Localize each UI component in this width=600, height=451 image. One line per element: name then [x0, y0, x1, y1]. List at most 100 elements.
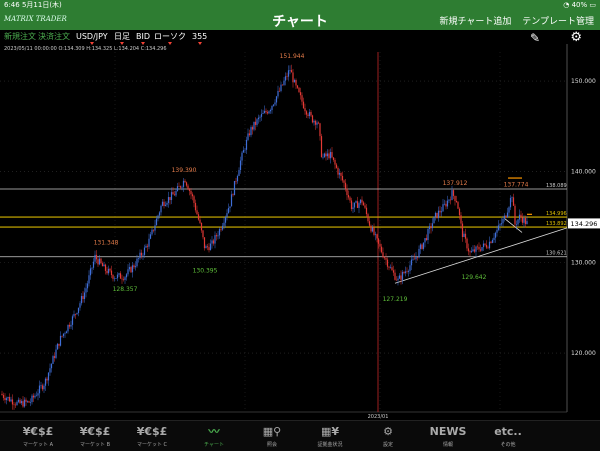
- candle-body: [502, 218, 504, 224]
- candle-body: [95, 254, 98, 260]
- candle-body: [523, 218, 525, 223]
- y-tick-label: 120.000: [571, 350, 596, 357]
- candle-body: [259, 116, 261, 118]
- candle-body: [173, 194, 176, 196]
- candle-body: [208, 247, 210, 251]
- candle-body: [17, 399, 20, 402]
- candle-body: [386, 259, 389, 267]
- candle-body: [122, 279, 125, 280]
- tab-icon: ⚙: [383, 425, 393, 438]
- tab-label: 照会: [266, 442, 277, 448]
- candle-body: [406, 271, 408, 273]
- candle-body: [140, 252, 143, 256]
- tab-3[interactable]: ¥€$£ マーケット C: [124, 421, 180, 451]
- high-label: 137.912: [443, 180, 468, 187]
- candle-body: [442, 204, 444, 212]
- side-select[interactable]: BID: [136, 30, 150, 45]
- tab-5[interactable]: ▦⚲ 照会: [244, 421, 300, 451]
- candle-body: [20, 401, 23, 404]
- candle-body: [281, 84, 284, 86]
- candle-body: [71, 316, 74, 325]
- candle-body: [359, 199, 362, 204]
- candle-body: [154, 225, 156, 231]
- candle-body: [224, 216, 227, 223]
- candle-body: [364, 205, 366, 208]
- y-tick-label: 140.000: [571, 169, 596, 176]
- candle-body: [413, 258, 416, 260]
- pair-select[interactable]: USD/JPY: [76, 30, 108, 45]
- hline-label: 130.621: [546, 251, 567, 257]
- candle-body: [520, 214, 522, 218]
- candle-body: [16, 401, 18, 405]
- candle-body: [118, 273, 120, 275]
- candle-body: [377, 238, 380, 244]
- candle-body: [218, 229, 221, 236]
- candle-body: [407, 270, 410, 272]
- candle-body: [445, 203, 447, 207]
- new-order-button[interactable]: 新規注文: [4, 30, 36, 44]
- candle-body: [304, 108, 306, 112]
- candle-body: [425, 238, 428, 241]
- candle-body: [11, 399, 14, 405]
- candle-body: [310, 111, 312, 116]
- candle-body: [526, 221, 528, 225]
- tab-2[interactable]: ¥€$£ マーケット B: [67, 421, 123, 451]
- pencil-icon[interactable]: ✎: [530, 31, 540, 45]
- candle-body: [248, 133, 251, 136]
- tab-6[interactable]: ▦¥ 証拠金状況: [302, 421, 358, 451]
- candle-body: [329, 152, 332, 159]
- candle-body: [181, 186, 183, 188]
- candle-body: [484, 243, 486, 245]
- candle-body: [380, 246, 383, 253]
- tab-1[interactable]: ¥€$£ マーケット A: [10, 421, 66, 451]
- candle-body: [286, 76, 288, 77]
- candle-body: [202, 230, 204, 238]
- template-manage-button[interactable]: テンプレート管理: [522, 17, 594, 27]
- style-select[interactable]: ローソク: [154, 30, 186, 45]
- period-select[interactable]: 日足: [114, 30, 130, 45]
- status-time-date: 6:46 5月11日(木): [4, 1, 62, 9]
- candle-body: [373, 227, 375, 235]
- count-select[interactable]: 355: [192, 30, 207, 45]
- candle-body: [155, 218, 158, 226]
- candle-body: [26, 401, 29, 402]
- tab-8[interactable]: NEWS 情報: [420, 421, 476, 451]
- add-chart-button[interactable]: 新規チャート追加: [439, 17, 511, 27]
- candle-body: [143, 247, 146, 255]
- candle-body: [277, 90, 279, 97]
- candle-body: [233, 181, 236, 196]
- candle-body: [254, 121, 257, 125]
- candle-body: [464, 233, 467, 239]
- candle-body: [203, 237, 206, 249]
- candle-body: [395, 279, 398, 281]
- candlestick-chart[interactable]: 150.000140.000130.000120.0002023/01138.0…: [0, 44, 600, 420]
- candle-body: [221, 225, 224, 230]
- tab-4[interactable]: 〰チャート: [186, 421, 242, 451]
- candle-body: [463, 233, 465, 237]
- candle-body: [22, 401, 24, 407]
- candle-body: [274, 102, 276, 105]
- y-tick-label: 150.000: [571, 78, 596, 85]
- candle-body: [289, 70, 291, 71]
- settle-order-button[interactable]: 決済注文: [38, 30, 70, 44]
- candle-body: [19, 399, 21, 404]
- candle-body: [299, 92, 302, 96]
- candle-body: [356, 201, 359, 208]
- hline-label: 133.892: [546, 221, 567, 227]
- candle-body: [133, 265, 135, 268]
- candle-body: [169, 197, 171, 201]
- candle-body: [226, 213, 228, 217]
- candle-body: [193, 196, 195, 203]
- candle-body: [493, 237, 495, 240]
- candle-body: [431, 223, 434, 229]
- candle-body: [437, 210, 440, 218]
- tab-7[interactable]: ⚙ 設定: [360, 421, 416, 451]
- candle-body: [79, 303, 81, 308]
- candle-body: [187, 185, 189, 190]
- candle-body: [422, 242, 425, 249]
- candle-body: [460, 215, 462, 224]
- candle-body: [190, 190, 192, 195]
- tab-9[interactable]: etc.. その他: [480, 421, 536, 451]
- candle-body: [340, 172, 342, 176]
- gear-icon[interactable]: ⚙: [570, 30, 582, 45]
